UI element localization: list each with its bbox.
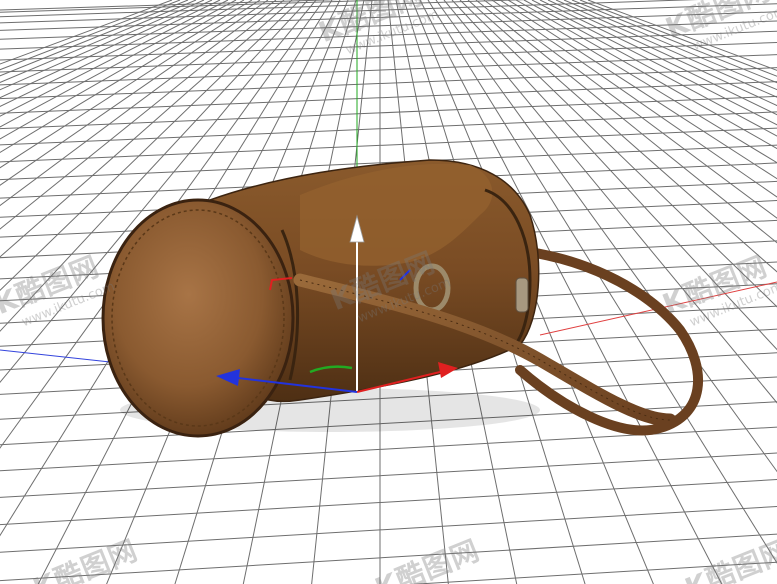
grid-line — [547, 0, 777, 107]
grid-line — [0, 81, 777, 114]
grid-line — [539, 0, 777, 116]
grid-line — [0, 479, 777, 526]
grid-line — [0, 127, 777, 163]
grid-line — [0, 452, 777, 498]
3d-viewport[interactable]: K酷图网 www.ikutu.com K酷图网 www.ikutu.com K酷图网… — [0, 0, 777, 584]
world-axis-z — [0, 349, 111, 363]
viewport-scene[interactable] — [0, 0, 777, 584]
grid-line — [409, 561, 777, 584]
bag-lock — [515, 277, 529, 313]
bag-end-cap[interactable] — [101, 198, 295, 438]
grid-line — [555, 0, 777, 98]
grid-line — [571, 0, 777, 84]
leather-handbag-model[interactable] — [101, 159, 704, 438]
grid-line — [0, 95, 777, 130]
grid-line — [0, 506, 777, 553]
grid-line — [0, 67, 777, 100]
grid-line — [0, 533, 777, 582]
grid-line — [531, 0, 777, 126]
